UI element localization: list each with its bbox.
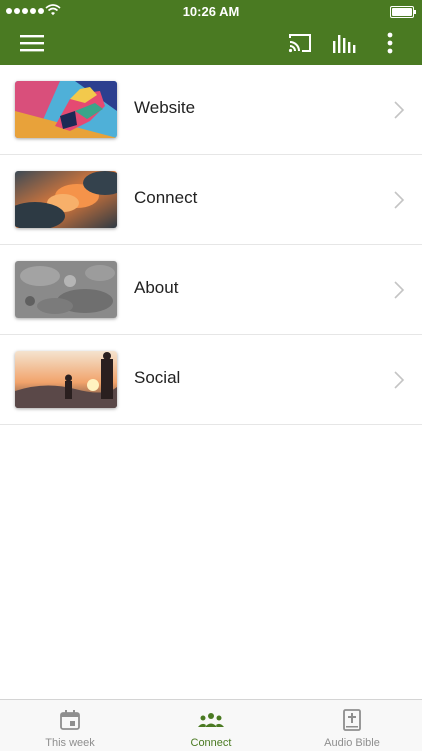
chevron-right-icon [394,281,405,299]
list-item-label: About [134,278,179,297]
chevron-right-icon [394,191,405,209]
list-item-label: Website [134,98,196,117]
connect-thumbnail [15,171,117,228]
list-item-social[interactable]: Social [0,335,422,425]
list-item-about[interactable]: About [0,245,422,335]
tab-connect[interactable]: Connect [141,700,281,751]
more-vertical-icon[interactable] [380,30,400,56]
status-bar: 10:26 AM [0,0,422,22]
chevron-right-icon [394,371,405,389]
cast-icon[interactable] [286,31,314,55]
list-item-website[interactable]: Website [0,65,422,155]
tab-this-week[interactable]: This week [0,700,140,751]
tab-label: Connect [190,737,232,749]
about-thumbnail [15,261,117,318]
bible-icon [343,709,361,731]
list-item-label: Social [134,368,181,387]
calendar-icon [60,710,80,730]
social-thumbnail [15,351,117,408]
list-item-connect[interactable]: Connect [0,155,422,245]
hamburger-menu-icon[interactable] [18,31,46,55]
tab-bar: This week Connect Audio Bible [0,699,422,751]
tab-audio-bible[interactable]: Audio Bible [282,700,422,751]
app-bar [0,22,422,65]
status-time: 10:26 AM [182,4,240,19]
audio-bars-icon[interactable] [332,31,358,55]
people-group-icon [198,713,224,727]
list-item-label: Connect [134,188,198,207]
menu-list: Website Connect About Social [0,65,422,425]
tab-label: This week [45,737,95,749]
website-thumbnail [15,81,117,138]
chevron-right-icon [394,101,405,119]
tab-label: Audio Bible [324,737,380,749]
battery-icon [390,6,416,18]
